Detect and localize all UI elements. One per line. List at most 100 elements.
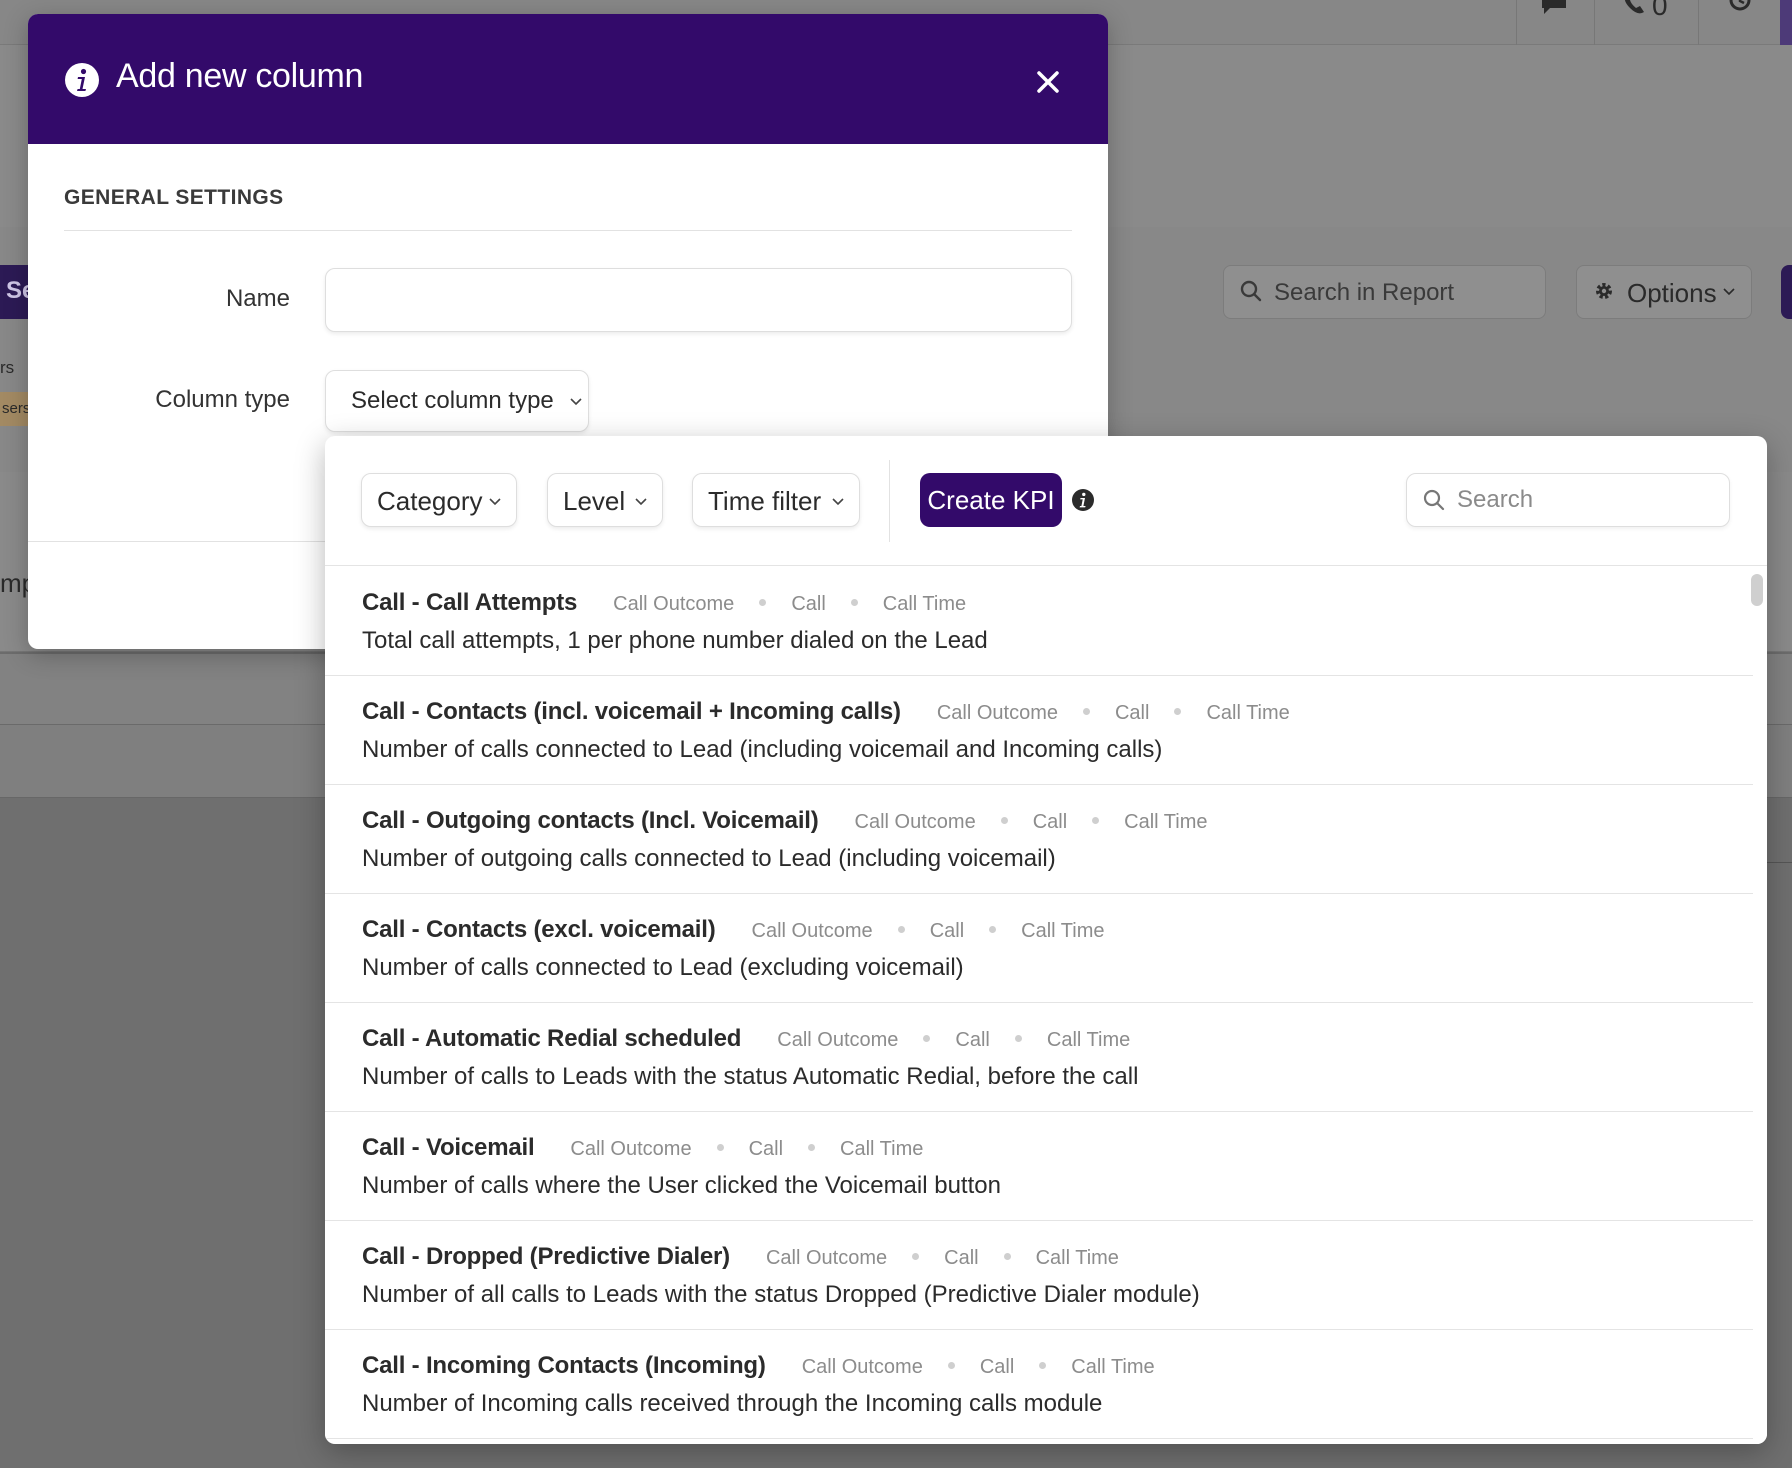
toolbar-divider	[889, 460, 890, 542]
tag-separator-dot	[947, 1362, 955, 1369]
kpi-tags: Call Outcome Call Call Time	[855, 811, 1208, 834]
kpi-search-field[interactable]	[1406, 473, 1730, 527]
kpi-tag: Call Outcome	[570, 1138, 692, 1160]
kpi-tags: Call Outcome Call Call Time	[766, 1247, 1119, 1270]
kpi-tag: Call Outcome	[613, 593, 735, 615]
kpi-tag: Call Time	[840, 1138, 924, 1160]
kpi-list-item[interactable]: Call - Contacts (excl. voicemail) Call O…	[325, 894, 1753, 1003]
kpi-search-input[interactable]	[1457, 474, 1721, 526]
kpi-tag: Call	[944, 1247, 979, 1269]
time-filter-label: Time filter	[708, 486, 822, 516]
kpi-tag: Call	[955, 1029, 990, 1051]
kpi-description: Number of all calls to Leads with the st…	[362, 1281, 1200, 1308]
dropdown-toolbar: Category Level Time filter Create KPI	[325, 436, 1767, 566]
kpi-title: Call - Dropped (Predictive Dialer)	[362, 1243, 730, 1270]
kpi-description: Number of calls to Leads with the status…	[362, 1063, 1139, 1090]
tag-separator-dot	[912, 1253, 920, 1260]
tag-separator-dot	[1003, 1253, 1011, 1260]
kpi-tags: Call Outcome Call Call Time	[570, 1138, 923, 1161]
tag-separator-dot	[759, 599, 767, 606]
kpi-title-row: Call - Automatic Redial scheduled Call O…	[362, 1025, 1753, 1053]
background-left-text: rs	[0, 358, 15, 377]
chevron-down-icon	[635, 498, 647, 506]
kpi-tag: Call Time	[1035, 1247, 1119, 1269]
kpi-title-row: Call - Dropped (Predictive Dialer) Call …	[362, 1243, 1753, 1271]
tag-separator-dot	[1039, 1362, 1047, 1369]
scrollbar-thumb[interactable]	[1751, 574, 1763, 606]
kpi-list-item[interactable]: Call - Automatic Redial scheduled Call O…	[325, 1003, 1753, 1112]
kpi-list-item[interactable]: Call - Dropped (Predictive Dialer) Call …	[325, 1221, 1753, 1330]
kpi-title: Call - Contacts (excl. voicemail)	[362, 916, 716, 943]
kpi-tag: Call Outcome	[936, 702, 1058, 724]
kpi-list-item[interactable]: Call - Incoming Contacts (Incoming) Call…	[325, 1330, 1753, 1439]
kpi-tag: Call Outcome	[765, 1247, 888, 1269]
section-divider	[64, 230, 1072, 231]
kpi-tag: Call Time	[1046, 1029, 1131, 1051]
level-filter-button[interactable]: Level	[547, 473, 663, 527]
kpi-title-row: Call - Contacts (excl. voicemail) Call O…	[362, 916, 1753, 944]
kpi-tag: Call Time	[1071, 1356, 1155, 1378]
modal-title: Add new column	[116, 57, 364, 95]
column-type-select[interactable]: Select column type	[325, 370, 589, 432]
column-type-value: Select column type	[351, 387, 554, 414]
column-type-dropdown: Category Level Time filter Create KPI Ca…	[325, 436, 1767, 1444]
kpi-tag: Call Outcome	[751, 920, 873, 942]
kpi-list-item[interactable]: Call - Outgoing contacts (Incl. Voicemai…	[325, 785, 1753, 894]
close-icon[interactable]	[1030, 64, 1066, 100]
kpi-tag: Call	[979, 1356, 1015, 1378]
kpi-title-row: Call - Outgoing contacts (Incl. Voicemai…	[362, 807, 1753, 835]
kpi-tag: Call	[1114, 702, 1150, 724]
name-input[interactable]	[325, 268, 1072, 332]
kpi-tags: Call Outcome Call Call Time	[777, 1029, 1130, 1052]
clock-icon[interactable]	[1728, 0, 1752, 23]
tag-separator-dot	[989, 926, 997, 933]
create-kpi-button[interactable]: Create KPI	[920, 473, 1062, 527]
kpi-list-item[interactable]: Call - Contacts (incl. voicemail + Incom…	[325, 676, 1753, 785]
kpi-tag: Call Outcome	[854, 811, 976, 833]
phone-count: 0	[1652, 0, 1668, 21]
kpi-description: Number of calls connected to Lead (exclu…	[362, 954, 964, 981]
tag-separator-dot	[897, 926, 905, 933]
tag-separator-dot	[1000, 817, 1008, 824]
search-icon	[1240, 280, 1262, 302]
info-circle-icon[interactable]	[1071, 488, 1095, 512]
kpi-description: Number of calls connected to Lead (inclu…	[362, 736, 1163, 763]
kpi-tags: Call Outcome Call Call Time	[802, 1356, 1155, 1379]
topbar-divider	[1516, 0, 1517, 45]
kpi-tag: Call Time	[1021, 920, 1105, 942]
kpi-title-row: Call - Call Attempts Call Outcome Call C…	[362, 589, 1753, 617]
kpi-tag: Call	[929, 920, 965, 942]
topbar-divider	[1594, 0, 1595, 45]
tag-separator-dot	[1014, 1035, 1022, 1042]
tag-separator-dot	[1082, 708, 1090, 715]
kpi-tag: Call Outcome	[801, 1356, 923, 1378]
kpi-title: Call - Contacts (incl. voicemail + Incom…	[362, 698, 901, 725]
kpi-title: Call - Voicemail	[362, 1134, 535, 1161]
tag-separator-dot	[1092, 817, 1100, 824]
kpi-list-item[interactable]: Call - Call Attempts Call Outcome Call C…	[325, 567, 1753, 676]
category-filter-button[interactable]: Category	[361, 473, 517, 527]
phone-icon[interactable]	[1622, 0, 1646, 23]
time-filter-button[interactable]: Time filter	[692, 473, 860, 527]
report-search-input[interactable]: Search in Report	[1223, 265, 1546, 319]
tag-separator-dot	[850, 599, 858, 606]
kpi-tag: Call Time	[882, 593, 967, 615]
search-icon	[1423, 489, 1445, 511]
scrollbar-track[interactable]	[1753, 567, 1767, 1444]
gear-icon	[1596, 283, 1612, 299]
chat-icon[interactable]	[1540, 0, 1568, 23]
options-label: Options	[1627, 278, 1717, 308]
kpi-title: Call - Automatic Redial scheduled	[362, 1025, 742, 1052]
info-circle-icon	[65, 63, 99, 97]
kpi-title-row: Call - Incoming Contacts (Incoming) Call…	[362, 1352, 1753, 1380]
kpi-list-item[interactable]: Call - Voicemail Call Outcome Call Call …	[325, 1112, 1753, 1221]
tag-separator-dot	[1174, 708, 1182, 715]
kpi-title-row: Call - Voicemail Call Outcome Call Call …	[362, 1134, 1753, 1162]
topbar-divider	[1698, 0, 1699, 45]
kpi-title-row: Call - Contacts (incl. voicemail + Incom…	[362, 698, 1753, 726]
tag-separator-dot	[923, 1035, 931, 1042]
background-primary-button[interactable]	[1781, 265, 1792, 319]
options-button[interactable]: Options	[1576, 265, 1752, 319]
kpi-tag: Call Time	[1206, 702, 1290, 724]
kpi-tags: Call Outcome Call Call Time	[937, 702, 1290, 725]
